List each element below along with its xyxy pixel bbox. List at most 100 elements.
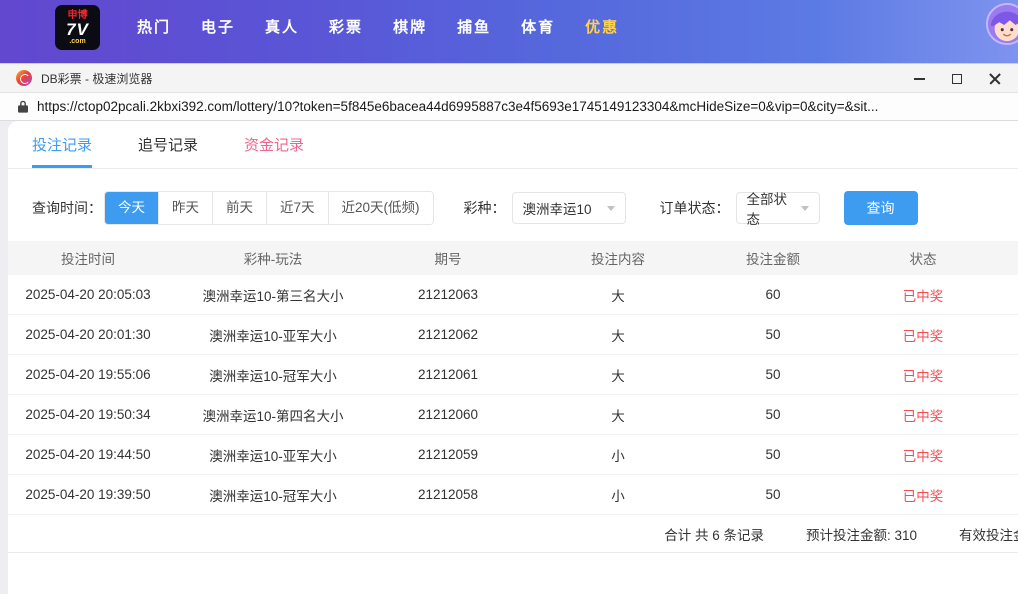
user-avatar[interactable] — [986, 3, 1018, 45]
cell-status: 已中奖 — [902, 448, 944, 464]
site-nav-menu: 热门 电子 真人 彩票 棋牌 捕鱼 体育 优惠 — [122, 5, 634, 50]
summary-expected-amount: 预计投注金额: 310 — [805, 527, 917, 543]
lottery-select-value: 澳洲幸运10 — [522, 202, 592, 217]
time-range-group: 今天 昨天 前天 近7天 近20天(低频) — [104, 191, 434, 225]
time-option-day-before[interactable]: 前天 — [212, 192, 266, 224]
nav-item-fishing[interactable]: 捕鱼 — [442, 5, 506, 50]
cell-issue: 21212061 — [417, 367, 479, 382]
site-logo-text-main: 7V — [66, 19, 89, 39]
cell-play: 澳洲幸运10-冠军大小 — [209, 488, 337, 504]
window-title: DB彩票 - 极速浏览器 — [41, 71, 153, 86]
cell-amount: 50 — [765, 367, 781, 382]
time-option-yesterday[interactable]: 昨天 — [158, 192, 212, 224]
url-text[interactable]: https://ctop02pcali.2kbxi392.com/lottery… — [37, 99, 878, 114]
time-option-20days[interactable]: 近20天(低频) — [327, 192, 433, 224]
site-logo-text-cn: 申博 — [67, 9, 88, 21]
col-header-time: 投注时间 — [61, 252, 115, 267]
tab-bet-records[interactable]: 投注记录 — [32, 121, 93, 168]
site-logo-text-suffix: .com — [69, 37, 86, 45]
cell-play: 澳洲幸运10-冠军大小 — [209, 368, 337, 384]
nav-item-lottery[interactable]: 彩票 — [314, 5, 378, 50]
minimize-button[interactable] — [900, 64, 938, 94]
close-button[interactable] — [976, 64, 1014, 94]
minimize-icon — [913, 78, 925, 80]
status-select-label: 订单状态： — [659, 200, 730, 216]
cell-bet-time: 2025-04-20 19:39:50 — [25, 487, 151, 502]
cell-content: 大 — [611, 328, 625, 344]
search-button[interactable]: 查询 — [843, 191, 918, 225]
cell-amount: 50 — [765, 407, 781, 422]
filter-bar: 查询时间： 今天 昨天 前天 近7天 近20天(低频) 彩种： 澳洲幸运10 订… — [8, 169, 1018, 241]
cell-bet-time: 2025-04-20 19:55:06 — [25, 367, 151, 382]
tab-chase-records[interactable]: 追号记录 — [138, 121, 198, 168]
table-header: 投注时间 彩种-玩法 期号 投注内容 投注金额 状态 — [8, 241, 1018, 275]
cell-play: 澳洲幸运10-亚军大小 — [209, 448, 337, 464]
maximize-icon — [952, 74, 962, 84]
table-row: 2025-04-20 20:01:30 澳洲幸运10-亚军大小 21212062… — [8, 315, 1018, 355]
cell-status: 已中奖 — [902, 408, 944, 424]
lock-icon — [18, 100, 28, 113]
table-row: 2025-04-20 19:50:34 澳洲幸运10-第四名大小 2121206… — [8, 395, 1018, 435]
cell-play: 澳洲幸运10-第四名大小 — [202, 408, 344, 424]
col-header-status: 状态 — [909, 252, 937, 267]
cell-status: 已中奖 — [902, 488, 944, 504]
col-header-content: 投注内容 — [591, 252, 645, 267]
window-controls — [900, 64, 1014, 94]
record-tabs: 投注记录 追号记录 资金记录 — [8, 121, 1018, 169]
cell-amount: 50 — [765, 327, 781, 342]
lottery-select[interactable]: 澳洲幸运10 — [511, 192, 626, 224]
summary-total-records: 合计 共 6 条记录 — [664, 527, 764, 543]
chevron-down-icon — [606, 205, 615, 211]
time-filter-label: 查询时间： — [32, 200, 102, 216]
col-header-play: 彩种-玩法 — [243, 252, 303, 267]
cell-issue: 21212058 — [417, 487, 479, 502]
nav-item-promo[interactable]: 优惠 — [570, 5, 634, 50]
cell-bet-time: 2025-04-20 19:50:34 — [25, 407, 151, 422]
nav-item-slots[interactable]: 电子 — [186, 5, 250, 50]
cell-bet-time: 2025-04-20 20:05:03 — [25, 287, 151, 302]
cell-play: 澳洲幸运10-第三名大小 — [202, 288, 344, 304]
cell-amount: 50 — [765, 487, 781, 502]
table-row: 2025-04-20 19:55:06 澳洲幸运10-冠军大小 21212061… — [8, 355, 1018, 395]
time-option-today[interactable]: 今天 — [105, 192, 158, 224]
cell-content: 小 — [611, 448, 625, 464]
nav-item-sports[interactable]: 体育 — [506, 5, 570, 50]
cell-amount: 60 — [765, 287, 781, 302]
table-row: 2025-04-20 19:44:50 澳洲幸运10-亚军大小 21212059… — [8, 435, 1018, 475]
cell-bet-time: 2025-04-20 20:01:30 — [25, 327, 151, 342]
order-status-select[interactable]: 全部状态 — [735, 192, 820, 227]
cell-content: 大 — [611, 408, 625, 424]
site-top-nav: 申博 7V .com 热门 电子 真人 彩票 棋牌 捕鱼 体育 优惠 — [0, 0, 1018, 63]
summary-valid-amount: 有效投注金额 — [959, 527, 1018, 543]
chevron-down-icon — [800, 205, 809, 211]
cell-content: 小 — [611, 488, 625, 504]
browser-addressbar[interactable]: https://ctop02pcali.2kbxi392.com/lottery… — [0, 93, 1018, 121]
browser-titlebar[interactable]: DB彩票 - 极速浏览器 — [0, 63, 1018, 93]
avatar-face-icon — [988, 5, 1018, 43]
cell-issue: 21212059 — [417, 447, 479, 462]
cell-play: 澳洲幸运10-亚军大小 — [209, 328, 337, 344]
summary-bar: 合计 共 6 条记录 预计投注金额: 310 有效投注金额 — [8, 515, 1018, 553]
col-header-amount: 投注金额 — [746, 252, 800, 267]
close-icon — [989, 73, 1001, 85]
page-background: 投注记录 追号记录 资金记录 查询时间： 今天 昨天 前天 近7天 近20天(低… — [0, 121, 1018, 594]
maximize-button[interactable] — [938, 64, 976, 94]
lottery-select-label: 彩种： — [463, 200, 506, 216]
cell-content: 大 — [611, 368, 625, 384]
site-logo[interactable]: 申博 7V .com — [55, 5, 100, 50]
nav-item-cards[interactable]: 棋牌 — [378, 5, 442, 50]
col-header-issue: 期号 — [434, 252, 462, 267]
cell-status: 已中奖 — [902, 328, 944, 344]
cell-issue: 21212062 — [417, 327, 479, 342]
cell-content: 大 — [611, 288, 625, 304]
browser-app-icon — [16, 70, 32, 86]
status-select-value: 全部状态 — [746, 192, 788, 227]
cell-bet-time: 2025-04-20 19:44:50 — [25, 447, 151, 462]
table-row: 2025-04-20 20:05:03 澳洲幸运10-第三名大小 2121206… — [8, 275, 1018, 315]
cell-status: 已中奖 — [902, 288, 944, 304]
nav-item-live[interactable]: 真人 — [250, 5, 314, 50]
time-option-7days[interactable]: 近7天 — [266, 192, 328, 224]
cell-issue: 21212063 — [417, 287, 479, 302]
nav-item-hot[interactable]: 热门 — [122, 5, 186, 50]
tab-fund-records[interactable]: 资金记录 — [244, 121, 304, 168]
